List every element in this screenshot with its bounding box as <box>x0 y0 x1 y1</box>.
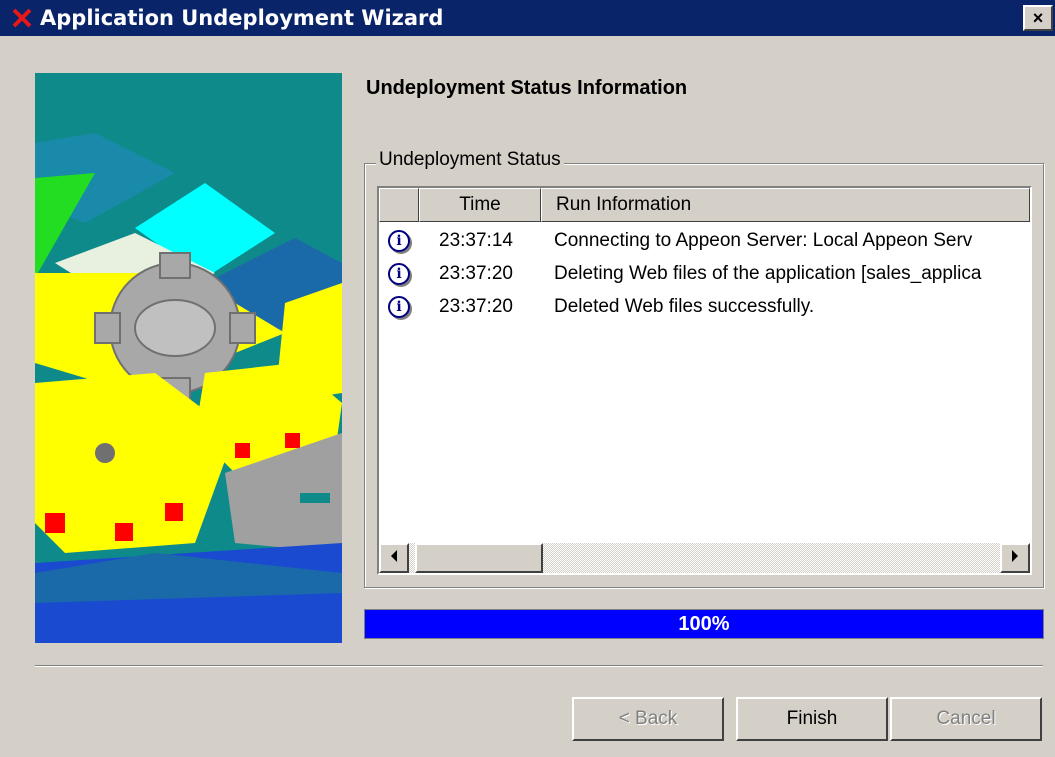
info-icon: i <box>379 230 419 252</box>
finish-button[interactable]: Finish <box>736 697 888 741</box>
list-header: Time Run Information <box>379 188 1030 222</box>
table-row[interactable]: i 23:37:14 Connecting to Appeon Server: … <box>379 226 1030 256</box>
status-list[interactable]: Time Run Information i 23:37:14 Connecti… <box>377 186 1032 575</box>
row-info: Connecting to Appeon Server: Local Appeo… <box>554 230 973 251</box>
scroll-thumb[interactable] <box>415 543 543 573</box>
group-label: Undeployment Status <box>376 149 564 171</box>
column-header-run-information[interactable]: Run Information <box>541 188 1030 222</box>
row-time: 23:37:20 <box>439 263 513 284</box>
window-title: Application Undeployment Wizard <box>40 6 444 30</box>
row-info: Deleted Web files successfully. <box>554 296 815 317</box>
column-header-icon[interactable] <box>379 188 419 222</box>
close-icon: × <box>1032 7 1044 28</box>
row-time: 23:37:14 <box>439 230 513 251</box>
info-icon: i <box>379 263 419 285</box>
separator <box>35 665 1043 667</box>
cancel-button[interactable]: Cancel <box>890 697 1042 741</box>
progress-label: 100% <box>678 612 730 635</box>
column-header-time[interactable]: Time <box>419 188 541 222</box>
close-button[interactable]: × <box>1023 5 1053 31</box>
wizard-illustration <box>35 73 342 643</box>
table-row[interactable]: i 23:37:20 Deleting Web files of the app… <box>379 259 1030 289</box>
table-row[interactable]: i 23:37:20 Deleted Web files successfull… <box>379 292 1030 322</box>
row-time: 23:37:20 <box>439 296 513 317</box>
progress-bar: 100% <box>364 609 1044 639</box>
row-info: Deleting Web files of the application [s… <box>554 263 982 284</box>
page-heading: Undeployment Status Information <box>366 77 688 99</box>
app-x-icon <box>10 6 34 30</box>
back-button[interactable]: < Back <box>572 697 724 741</box>
info-icon: i <box>379 296 419 318</box>
scroll-left-button[interactable] <box>379 543 409 573</box>
title-bar: Application Undeployment Wizard × <box>0 0 1055 36</box>
arrow-right-icon <box>1010 549 1020 568</box>
horizontal-scrollbar[interactable] <box>379 543 1030 573</box>
arrow-left-icon <box>389 549 399 568</box>
scroll-right-button[interactable] <box>1000 543 1030 573</box>
